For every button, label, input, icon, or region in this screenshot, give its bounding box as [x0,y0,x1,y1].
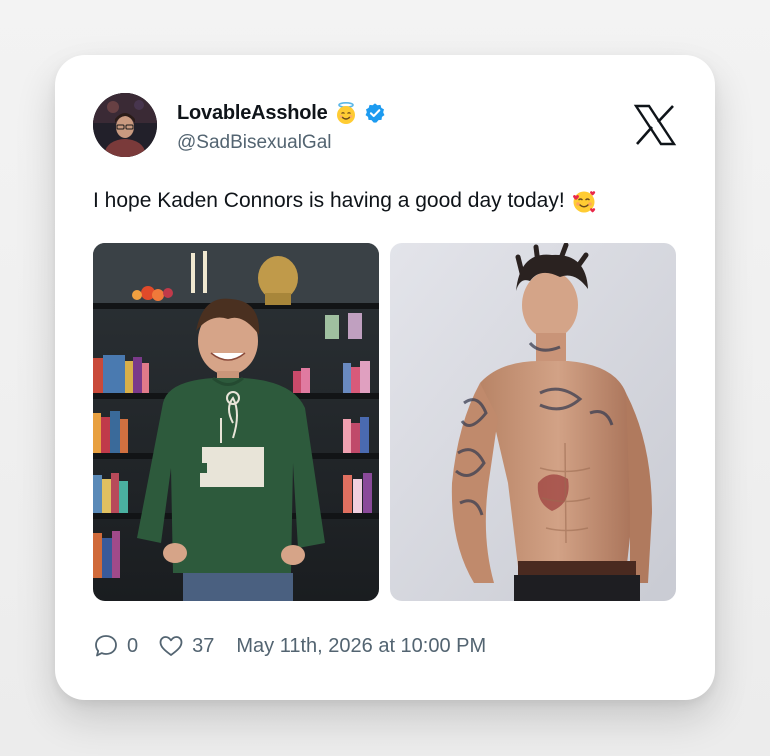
like-stat[interactable]: 37 [158,633,214,659]
smiling-face-with-hearts-icon [571,189,595,213]
tweet-card[interactable]: LovableAsshole @SadBisexualGal I hope Ka… [55,55,715,700]
reply-count: 0 [127,634,139,657]
tweet-text-content: I hope Kaden Connors is having a good da… [93,189,565,212]
heart-icon[interactable] [158,633,184,659]
display-name-row: LovableAsshole [177,101,386,125]
like-count: 37 [192,634,215,657]
tweet-footer: 0 37 May 11th, 2026 at 10:00 PM [93,633,486,659]
user-handle[interactable]: @SadBisexualGal [177,132,331,154]
tweet-photo-2[interactable] [390,243,676,601]
x-logo-icon[interactable] [633,103,677,147]
smiling-face-with-halo-icon [334,101,358,125]
verified-badge-icon [364,102,386,124]
reply-icon[interactable] [93,633,119,659]
reply-stat[interactable]: 0 [93,633,138,659]
display-name[interactable]: LovableAsshole [177,102,328,125]
tweet-text: I hope Kaden Connors is having a good da… [93,189,595,213]
avatar[interactable] [93,93,157,157]
timestamp[interactable]: May 11th, 2026 at 10:00 PM [236,635,486,658]
tweet-photo-1[interactable] [93,243,379,601]
